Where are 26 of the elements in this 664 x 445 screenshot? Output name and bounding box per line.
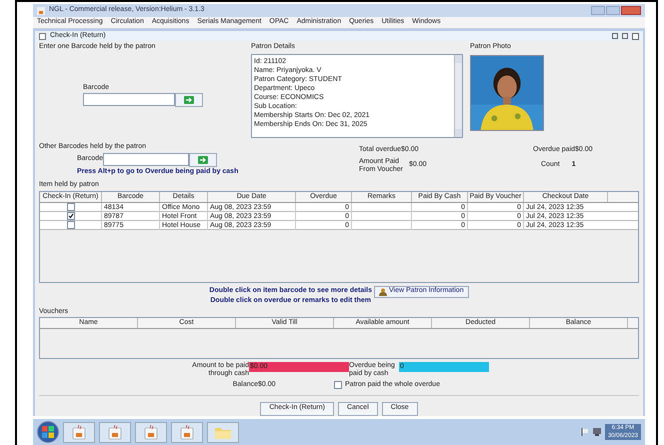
taskbar-button[interactable] [63,422,95,442]
minimize-button[interactable] [591,6,605,15]
barcode-field[interactable] [83,93,175,106]
maximize-button[interactable] [622,32,628,38]
checkbox[interactable] [334,381,342,390]
iconify-button[interactable] [612,32,618,38]
go-button[interactable] [175,93,203,107]
check-in-checkbox[interactable] [66,203,74,211]
taskbar-button[interactable] [171,422,203,442]
taskbar-button[interactable] [99,422,131,442]
person-icon [379,288,388,296]
go-button[interactable] [189,152,218,166]
taskbar-button[interactable] [207,422,239,442]
windows-logo-icon [42,426,54,438]
scrollbar[interactable] [454,54,462,136]
flag-icon [580,428,589,436]
folder-icon [215,426,231,438]
arrow-right-icon [184,96,194,104]
barcode-field[interactable] [103,153,190,166]
frame-icon [39,32,46,40]
start-button[interactable] [37,421,59,443]
check-in-checkbox[interactable] [66,212,74,220]
arrow-right-icon [198,156,208,164]
check-in-checkbox[interactable] [66,221,74,229]
close-button[interactable] [632,32,639,40]
taskbar-button[interactable] [135,422,167,442]
